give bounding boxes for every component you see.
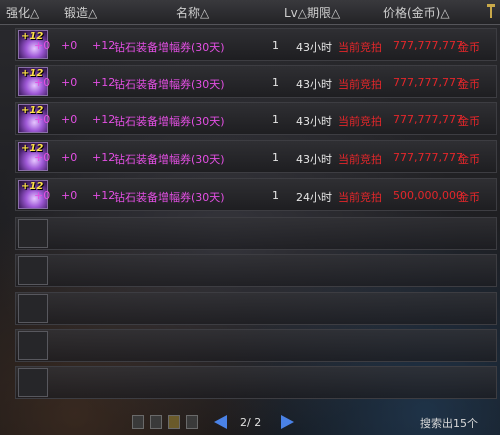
listing-bid-label: 当前竞拍 — [338, 41, 382, 54]
listing-refine: +12 — [92, 76, 116, 89]
listing-price: 777,777,777 — [393, 151, 463, 164]
listing-refine: +12 — [92, 151, 116, 164]
listing-forge: +0 — [61, 113, 78, 126]
listing-price: 777,777,777 — [393, 76, 463, 89]
prev-page-icon[interactable] — [214, 415, 227, 429]
empty-item-slot — [18, 294, 48, 323]
sort-forge-header[interactable]: 锻造△ — [64, 4, 97, 21]
empty-listing-row[interactable] — [15, 366, 497, 399]
listing-name: 钻石装备增幅券(30天) — [114, 78, 225, 91]
listing-duration: 43小时 — [296, 41, 332, 54]
search-result-count: 搜索出15个 — [420, 417, 478, 430]
listing-bid-label: 当前竞拍 — [338, 78, 382, 91]
listing-forge: +0 — [61, 151, 78, 164]
sort-price-header[interactable]: 价格(金币)△ — [383, 4, 450, 21]
listing-currency: 金币 — [458, 78, 480, 91]
listing-bid-label: 当前竞拍 — [338, 153, 382, 166]
listing-lv: 1 — [272, 189, 279, 202]
listing-duration: 43小时 — [296, 78, 332, 91]
listing-enhance: +0 — [34, 76, 51, 89]
listing-lv: 1 — [272, 39, 279, 52]
sort-level-duration-header[interactable]: Lv△期限△ — [284, 4, 340, 21]
listing-enhance: +0 — [34, 39, 51, 52]
listing-price: 777,777,777 — [393, 113, 463, 126]
listing-forge: +0 — [61, 189, 78, 202]
listing-currency: 金币 — [458, 191, 480, 204]
listing-row[interactable]: +12 +0 +0 +12 钻石装备增幅券(30天) 1 43小时 当前竞拍 777,777,7… — [15, 140, 497, 173]
listing-name: 钻石装备增幅券(30天) — [114, 115, 225, 128]
toolbar-icon-1[interactable] — [132, 415, 144, 429]
empty-item-slot — [18, 219, 48, 248]
sort-enhance-header[interactable]: 强化△ — [6, 4, 39, 21]
listing-name: 钻石装备增幅券(30天) — [114, 191, 225, 204]
empty-listing-row[interactable] — [15, 329, 497, 362]
empty-item-slot — [18, 256, 48, 285]
pin-icon[interactable] — [486, 4, 496, 18]
sort-name-header[interactable]: 名称△ — [176, 4, 209, 21]
listing-row[interactable]: +12 +0 +0 +12 钻石装备增幅券(30天) 1 43小时 当前竞拍 777,777,7… — [15, 65, 497, 98]
listing-refine: +12 — [92, 39, 116, 52]
listing-forge: +0 — [61, 76, 78, 89]
empty-listing-row[interactable] — [15, 292, 497, 325]
listing-price: 500,000,000 — [393, 189, 463, 202]
pagination: 2/ 2 — [214, 414, 294, 431]
listing-lv: 1 — [272, 76, 279, 89]
page-indicator: 2/ 2 — [240, 416, 262, 429]
listing-enhance: +0 — [34, 151, 51, 164]
next-page-icon[interactable] — [281, 415, 294, 429]
listing-refine: +12 — [92, 189, 116, 202]
empty-listing-row[interactable] — [15, 217, 497, 250]
auction-header: 强化△ 锻造△ 名称△ Lv△期限△ 价格(金币)△ — [0, 0, 500, 25]
empty-item-slot — [18, 368, 48, 397]
listing-currency: 金币 — [458, 115, 480, 128]
listing-forge: +0 — [61, 39, 78, 52]
listing-duration: 43小时 — [296, 153, 332, 166]
toolbar-icon-2[interactable] — [150, 415, 162, 429]
toolbar-icon-3[interactable] — [168, 415, 180, 429]
listing-price: 777,777,777 — [393, 39, 463, 52]
listing-lv: 1 — [272, 113, 279, 126]
listing-lv: 1 — [272, 151, 279, 164]
listing-currency: 金币 — [458, 41, 480, 54]
listing-bid-label: 当前竞拍 — [338, 115, 382, 128]
listing-duration: 24小时 — [296, 191, 332, 204]
listing-refine: +12 — [92, 113, 116, 126]
listing-bid-label: 当前竞拍 — [338, 191, 382, 204]
listing-row[interactable]: +12 +0 +0 +12 钻石装备增幅券(30天) 1 24小时 当前竞拍 500,000,0… — [15, 178, 497, 211]
listing-duration: 43小时 — [296, 115, 332, 128]
listing-enhance: +0 — [34, 113, 51, 126]
listing-currency: 金币 — [458, 153, 480, 166]
listing-name: 钻石装备增幅券(30天) — [114, 153, 225, 166]
listing-row[interactable]: +12 +0 +0 +12 钻石装备增幅券(30天) 1 43小时 当前竞拍 777,777,7… — [15, 28, 497, 61]
toolbar-icon-4[interactable] — [186, 415, 198, 429]
listing-enhance: +0 — [34, 189, 51, 202]
listing-name: 钻石装备增幅券(30天) — [114, 41, 225, 54]
listing-row[interactable]: +12 +0 +0 +12 钻石装备增幅券(30天) 1 43小时 当前竞拍 777,777,7… — [15, 102, 497, 135]
empty-listing-row[interactable] — [15, 254, 497, 287]
empty-item-slot — [18, 331, 48, 360]
